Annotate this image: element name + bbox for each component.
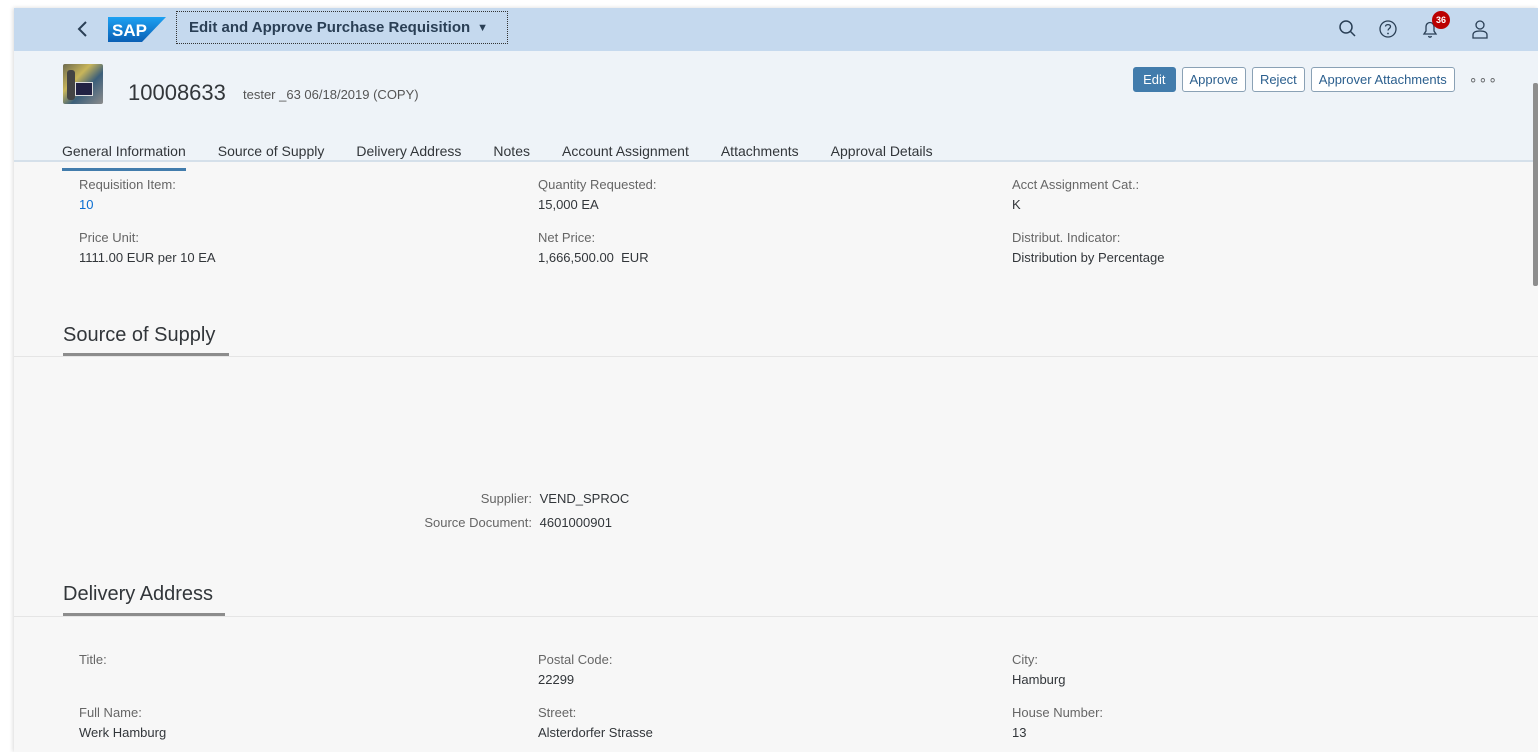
- section-title-delivery-address: Delivery Address: [63, 583, 214, 605]
- field-value: Hamburg: [1012, 672, 1066, 687]
- app-title-menu[interactable]: Edit and Approve Purchase Requisition ▼: [176, 11, 508, 44]
- app-title: Edit and Approve Purchase Requisition: [189, 19, 471, 36]
- field-label: House Number:: [1012, 705, 1104, 720]
- field-label: Quantity Requested:: [538, 177, 657, 192]
- avatar: [63, 64, 103, 104]
- house-number-field: House Number: 13: [1012, 705, 1103, 740]
- section-divider: [14, 616, 1538, 617]
- postal-code-field: Postal Code: 22299: [538, 652, 612, 687]
- notification-badge: 36: [1432, 11, 1450, 29]
- supplier-row: Supplier: VEND_SPROC: [374, 491, 630, 506]
- approve-button[interactable]: Approve: [1181, 67, 1246, 92]
- field-label: City:: [1012, 652, 1038, 667]
- field-value: Distribution by Percentage: [1012, 250, 1165, 265]
- source-document-value: 4601000901: [539, 515, 612, 530]
- field-label: Price Unit:: [79, 230, 139, 245]
- full-name-field: Full Name: Werk Hamburg: [79, 705, 166, 740]
- reject-button[interactable]: Reject: [1251, 67, 1305, 92]
- tab-attachments[interactable]: Attachments: [721, 143, 799, 165]
- header-actions: Edit Approve Reject Approver Attachments…: [1133, 67, 1498, 92]
- tab-bar: General Information Source of Supply Del…: [62, 143, 965, 171]
- tab-account-assignment[interactable]: Account Assignment: [562, 143, 689, 165]
- tab-approval-details[interactable]: Approval Details: [831, 143, 933, 165]
- user-icon[interactable]: [1469, 18, 1491, 40]
- source-document-row: Source Document: 4601000901: [374, 515, 612, 530]
- search-icon[interactable]: [1337, 18, 1359, 40]
- net-price-field: Net Price: 1,666,500.00 EUR: [538, 230, 649, 265]
- field-value: Werk Hamburg: [79, 725, 167, 740]
- shell-bar: SAP Edit and Approve Purchase Requisitio…: [14, 8, 1538, 51]
- help-icon[interactable]: [1377, 18, 1399, 40]
- requisition-item-link[interactable]: 10: [79, 197, 176, 212]
- scrollbar[interactable]: [1533, 83, 1538, 286]
- edit-button[interactable]: Edit: [1133, 67, 1176, 92]
- field-label: Requisition Item:: [79, 177, 176, 192]
- tab-general-information[interactable]: General Information: [62, 143, 186, 171]
- field-label: Title:: [79, 652, 107, 667]
- section-divider: [14, 356, 1538, 357]
- title-field: Title:: [79, 652, 107, 672]
- object-header: 10008633 tester _63 06/18/2019 (COPY) Ed…: [14, 51, 1538, 171]
- field-value: 22299: [538, 672, 575, 687]
- tab-delivery-address[interactable]: Delivery Address: [356, 143, 461, 165]
- field-value: 1,666,500.00 EUR: [538, 250, 649, 265]
- field-value: 15,000 EA: [538, 197, 599, 212]
- sap-logo-text: SAP: [112, 21, 147, 40]
- source-document-label: Source Document:: [424, 515, 532, 530]
- object-subtitle: tester _63 06/18/2019 (COPY): [243, 87, 419, 102]
- object-id: 10008633: [128, 80, 226, 105]
- field-label: Full Name:: [79, 705, 142, 720]
- section-title-source-of-supply: Source of Supply: [63, 324, 216, 346]
- quantity-requested-field: Quantity Requested: 15,000 EA: [538, 177, 657, 212]
- requisition-item-field: Requisition Item: 10: [79, 177, 176, 212]
- field-label: Net Price:: [538, 230, 596, 245]
- tab-notes[interactable]: Notes: [493, 143, 530, 165]
- field-label: Acct Assignment Cat.:: [1012, 177, 1140, 192]
- app-frame: SAP Edit and Approve Purchase Requisitio…: [14, 8, 1538, 752]
- street-field: Street: Alsterdorfer Strasse: [538, 705, 653, 740]
- supplier-label: Supplier:: [480, 491, 532, 506]
- field-value: Alsterdorfer Strasse: [538, 725, 653, 740]
- supplier-value: VEND_SPROC: [539, 491, 630, 506]
- field-value: K: [1012, 197, 1021, 212]
- caret-down-icon: ▼: [477, 21, 489, 34]
- field-label: Street:: [538, 705, 577, 720]
- field-label: Distribut. Indicator:: [1012, 230, 1121, 245]
- approver-attachments-button[interactable]: Approver Attachments: [1310, 67, 1455, 92]
- price-unit-field: Price Unit: 1111.00 EUR per 10 EA: [79, 230, 216, 265]
- acct-assignment-cat-field: Acct Assignment Cat.: K: [1012, 177, 1139, 212]
- overflow-icon[interactable]: ∘∘∘: [1469, 71, 1498, 88]
- city-field: City: Hamburg: [1012, 652, 1065, 687]
- tab-source-of-supply[interactable]: Source of Supply: [218, 143, 325, 165]
- field-value: 1111.00 EUR per 10 EA: [79, 250, 216, 265]
- field-label: Postal Code:: [538, 652, 613, 667]
- sap-logo[interactable]: SAP: [108, 17, 166, 42]
- field-value: 13: [1012, 725, 1027, 740]
- distribut-indicator-field: Distribut. Indicator: Distribution by Pe…: [1012, 230, 1164, 265]
- chevron-left-icon[interactable]: [72, 18, 94, 40]
